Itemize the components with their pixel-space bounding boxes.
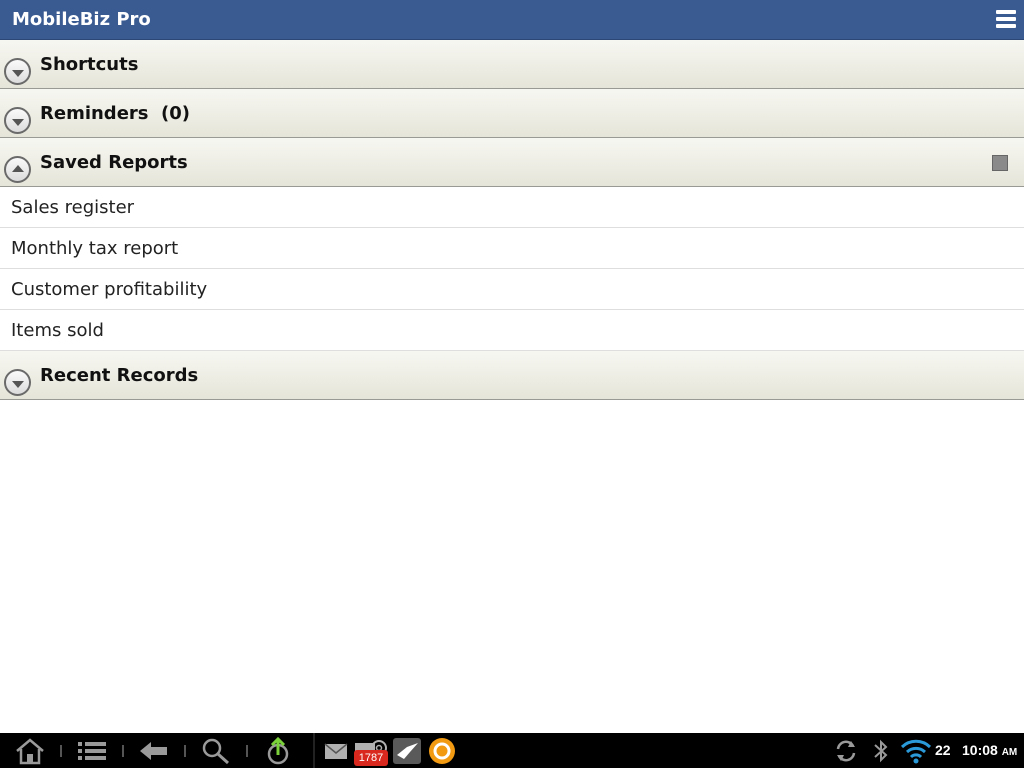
section-recent-records[interactable]: Recent Records (0, 351, 1024, 400)
mail-count-badge: 1787 (354, 750, 388, 766)
app-window: MobileBiz Pro Shortcuts Reminders (0) Sa… (0, 0, 1024, 768)
sync-icon (836, 740, 856, 762)
list-item-label: Customer profitability (11, 279, 208, 300)
separator (246, 745, 248, 757)
expand-icon[interactable] (4, 58, 31, 85)
section-shortcuts-label: Shortcuts (40, 54, 139, 75)
report-item-sales-register[interactable]: Sales register (0, 187, 1024, 228)
report-item-monthly-tax-report[interactable]: Monthly tax report (0, 228, 1024, 269)
bird-app-icon[interactable] (392, 737, 422, 765)
upload-icon[interactable] (263, 737, 293, 765)
list-item-label: Sales register (11, 197, 135, 218)
separator (184, 745, 186, 757)
report-item-items-sold[interactable]: Items sold (0, 310, 1024, 351)
edit-square-icon[interactable] (992, 155, 1008, 171)
section-reminders[interactable]: Reminders (0) (0, 89, 1024, 138)
app-title: MobileBiz Pro (12, 9, 151, 30)
section-saved-reports-label: Saved Reports (40, 152, 188, 173)
list-item-label: Monthly tax report (11, 238, 179, 259)
battery-value: 22 (935, 742, 951, 758)
title-bar: MobileBiz Pro (0, 0, 1024, 40)
system-bar (0, 733, 1024, 768)
battery-level: 22 (935, 742, 951, 758)
separator (313, 733, 315, 768)
separator (60, 745, 62, 757)
list-menu-icon[interactable] (76, 737, 108, 765)
orange-app-icon[interactable] (427, 737, 457, 765)
report-item-customer-profitability[interactable]: Customer profitability (0, 269, 1024, 310)
menu-icon[interactable] (996, 10, 1016, 30)
wifi-icon (900, 739, 932, 764)
home-icon[interactable] (14, 737, 46, 765)
clock-ampm: AM (1001, 747, 1018, 758)
collapse-icon[interactable] (4, 156, 31, 183)
expand-icon[interactable] (4, 107, 31, 134)
section-reminders-label: Reminders (0) (40, 103, 191, 124)
email-icon[interactable] (324, 737, 348, 765)
expand-icon[interactable] (4, 369, 31, 396)
search-icon[interactable] (200, 737, 232, 765)
bluetooth-icon (874, 739, 888, 763)
section-shortcuts[interactable]: Shortcuts (0, 40, 1024, 89)
list-item-label: Items sold (11, 320, 104, 341)
clock-time: 10:08 (962, 742, 998, 758)
clock: 10:08 AM (962, 742, 1017, 758)
section-recent-records-label: Recent Records (40, 365, 199, 386)
section-saved-reports[interactable]: Saved Reports (0, 138, 1024, 187)
separator (122, 745, 124, 757)
back-arrow-icon[interactable] (138, 737, 170, 765)
